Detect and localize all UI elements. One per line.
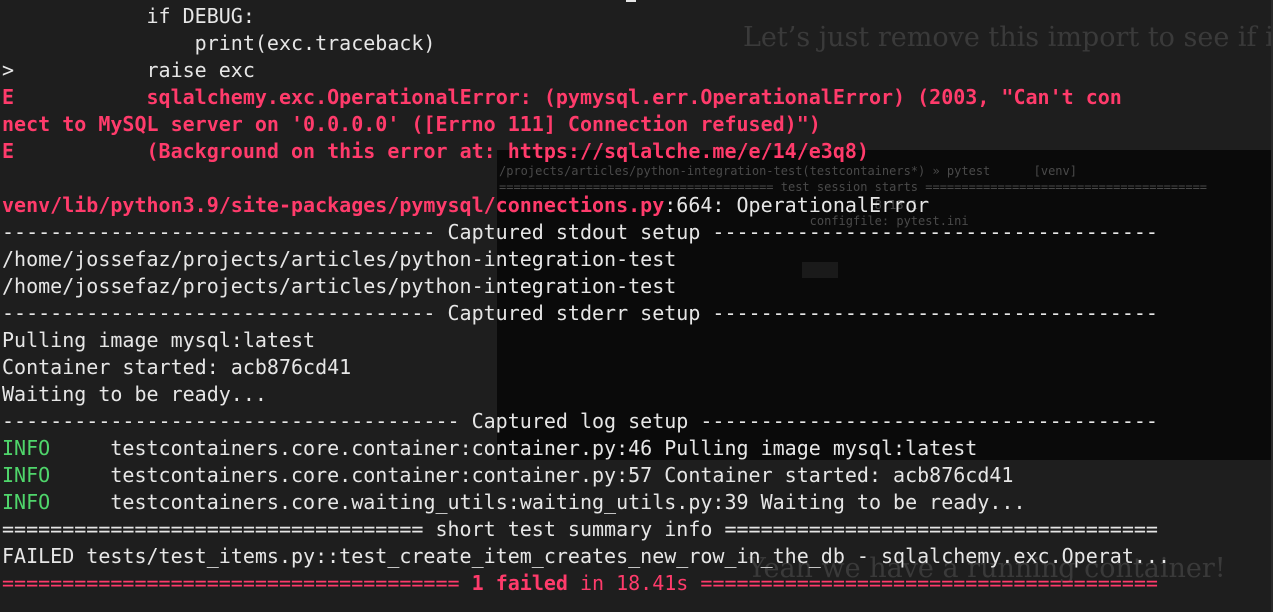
terminal-line: ------------------------------------ Cap… (2, 219, 1170, 246)
terminal-text-segment: INFO (2, 463, 51, 487)
terminal-line: > raise exc (2, 57, 1170, 84)
terminal-text-segment: ------------------------------------ Cap… (2, 301, 1158, 325)
terminal-text-segment: INFO (2, 490, 51, 514)
terminal-text-segment: E (2, 85, 15, 109)
terminal-text-segment: testcontainers.core.container:container.… (50, 436, 978, 460)
terminal-line: /home/jossefaz/projects/articles/python-… (2, 246, 1170, 273)
terminal-text-segment: Container started: acb876cd41 (2, 355, 352, 379)
terminal-text-segment: E (2, 139, 15, 163)
terminal-text-segment: ====================================== (688, 571, 1158, 595)
terminal-line: venv/lib/python3.9/site-packages/pymysql… (2, 192, 1170, 219)
terminal-text-segment: -------------------------------------- C… (2, 409, 1158, 433)
terminal-line: if DEBUG: (2, 3, 1170, 30)
terminal-text-segment: INFO (2, 436, 51, 460)
terminal-text-segment: ------------------------------------ Cap… (2, 220, 1158, 244)
terminal-text-segment: (Background on this error at: https://sq… (14, 139, 869, 163)
terminal-text-segment: 1 failed (471, 571, 568, 595)
terminal-line: -------------------------------------- C… (2, 408, 1170, 435)
terminal-text-segment: if DEBUG: (2, 4, 255, 28)
terminal-line: =================================== shor… (2, 516, 1170, 543)
terminal-text-segment: Pulling image mysql:latest (2, 328, 316, 352)
window-top-marker (626, 0, 636, 2)
terminal-line: ------------------------------------ Cap… (2, 300, 1170, 327)
terminal-text-segment: in 18.41s (567, 571, 689, 595)
terminal-line: Pulling image mysql:latest (2, 327, 1170, 354)
terminal-text-segment: =================================== shor… (2, 517, 1158, 541)
terminal-text-segment: venv/lib/python3.9/site-packages/pymysql… (2, 193, 665, 217)
terminal-text-segment: testcontainers.core.container:container.… (50, 463, 1014, 487)
terminal-text-segment: sqlalchemy.exc.OperationalError: (pymysq… (14, 85, 1122, 109)
terminal-text-segment: ====================================== (2, 571, 472, 595)
terminal-line: INFO testcontainers.core.waiting_utils:w… (2, 489, 1170, 516)
terminal-line: Container started: acb876cd41 (2, 354, 1170, 381)
terminal-text-segment: FAILED tests/test_items.py::test_create_… (2, 544, 1170, 568)
terminal-text-segment: > raise exc (2, 58, 255, 82)
terminal-line: print(exc.traceback) (2, 30, 1170, 57)
terminal-text-segment: :664: OperationalError (664, 193, 930, 217)
terminal-line: nect to MySQL server on '0.0.0.0' ([Errn… (2, 111, 1170, 138)
terminal-line: ====================================== 1… (2, 570, 1170, 597)
terminal-text-segment: /home/jossefaz/projects/articles/python-… (2, 274, 677, 298)
terminal-output[interactable]: if DEBUG: print(exc.traceback) > raise ex… (2, 3, 1170, 597)
terminal-line: E sqlalchemy.exc.OperationalError: (pymy… (2, 84, 1170, 111)
terminal-text-segment: nect to MySQL server on '0.0.0.0' ([Errn… (2, 112, 821, 136)
terminal-line: Waiting to be ready... (2, 381, 1170, 408)
terminal-line: /home/jossefaz/projects/articles/python-… (2, 273, 1170, 300)
terminal-text-segment: print(exc.traceback) (2, 31, 436, 55)
terminal-text-segment: testcontainers.core.waiting_utils:waitin… (50, 490, 1026, 514)
terminal-line: E (Background on this error at: https://… (2, 138, 1170, 165)
terminal-line: FAILED tests/test_items.py::test_create_… (2, 543, 1170, 570)
terminal-line: INFO testcontainers.core.container:conta… (2, 435, 1170, 462)
terminal-text-segment: Waiting to be ready... (2, 382, 267, 406)
terminal-line: INFO testcontainers.core.container:conta… (2, 462, 1170, 489)
terminal-text-segment: /home/jossefaz/projects/articles/python-… (2, 247, 677, 271)
